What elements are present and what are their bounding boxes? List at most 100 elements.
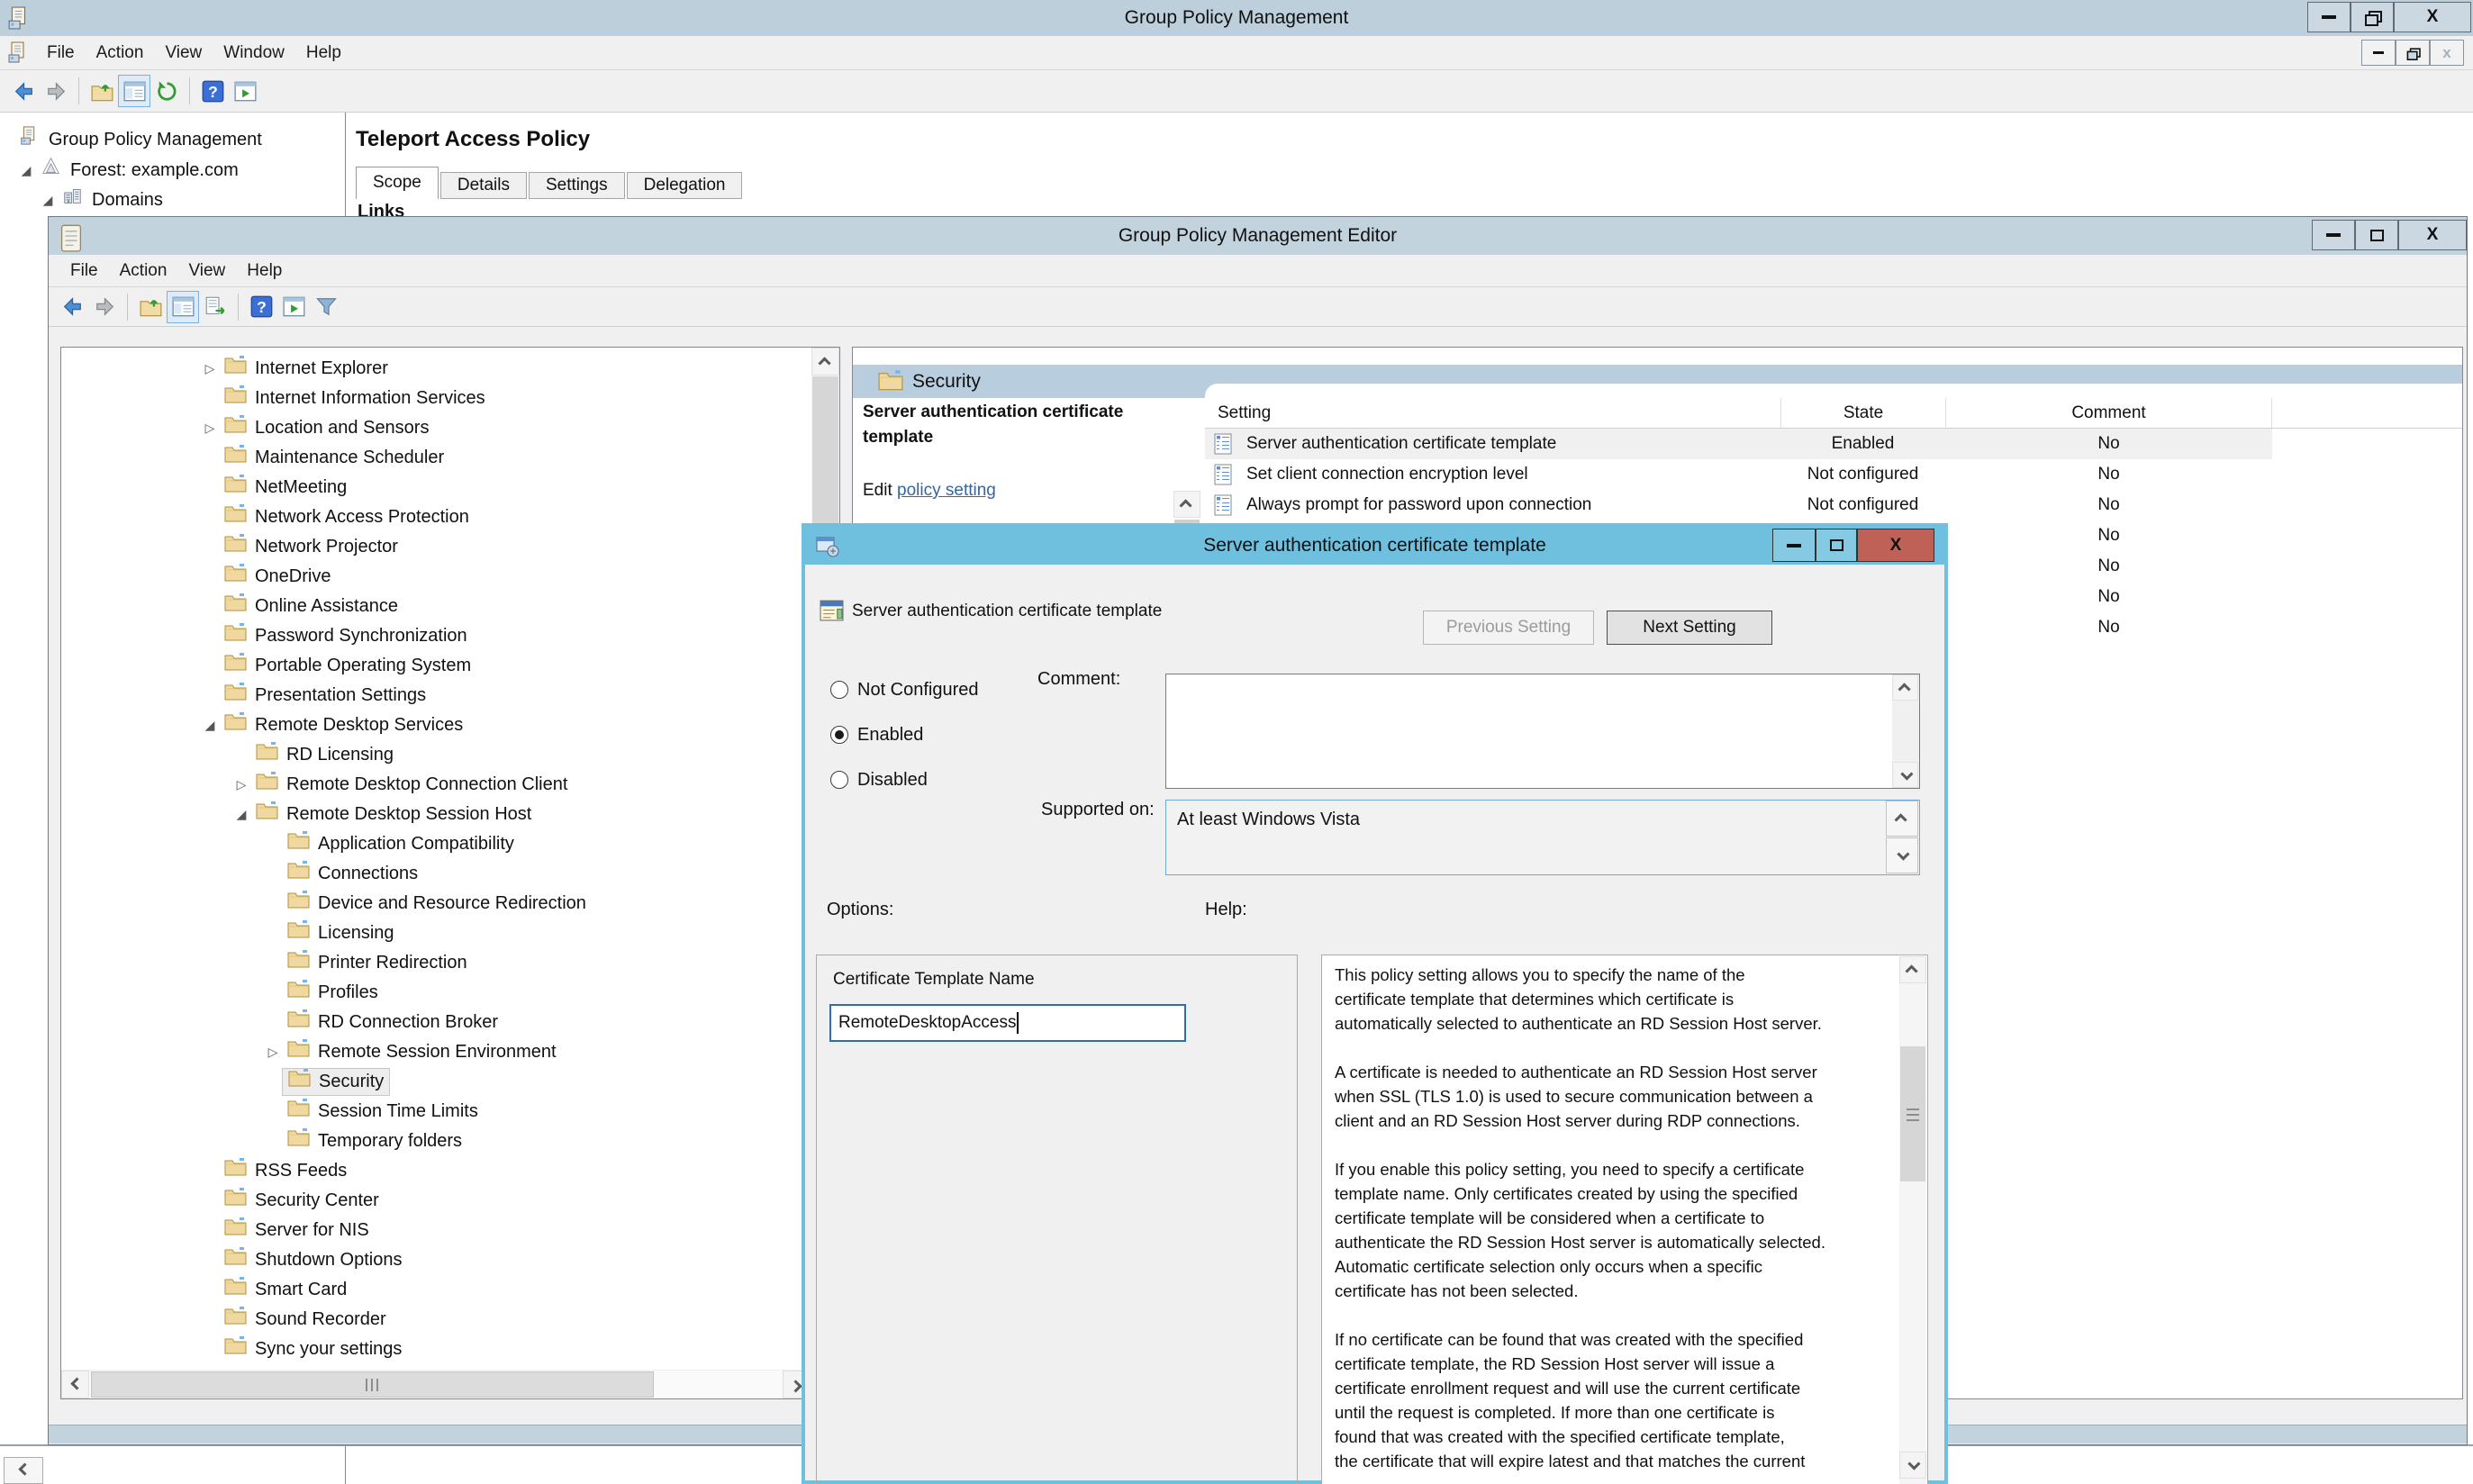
tree-node-remote-desktop-session-host[interactable]: Remote Desktop Session Host	[250, 801, 537, 828]
gpme-maximize-button[interactable]	[2355, 220, 2398, 250]
tree-node-domains[interactable]: Domains	[56, 186, 168, 214]
gpme-menu-view[interactable]: View	[177, 255, 236, 287]
gpm-menu-view[interactable]: View	[154, 37, 213, 69]
filter-icon[interactable]	[310, 291, 342, 323]
tree-node-device-and-resource-redirection[interactable]: Device and Resource Redirection	[282, 890, 592, 918]
tree-collapsed-arrow-icon[interactable]: ▷	[263, 1037, 283, 1067]
refresh-icon[interactable]	[150, 75, 183, 107]
tab-details[interactable]: Details	[440, 172, 527, 199]
radio-button[interactable]	[830, 726, 848, 744]
tree-node-rd-licensing[interactable]: RD Licensing	[250, 741, 399, 769]
scroll-up-button[interactable]	[811, 348, 839, 376]
tree-node-portable-operating-system[interactable]: Portable Operating System	[219, 652, 476, 680]
tree-node-forest-example-com[interactable]: Forest: example.com	[34, 157, 244, 185]
spin-up-button[interactable]	[1886, 801, 1918, 837]
tree-node-maintenance-scheduler[interactable]: Maintenance Scheduler	[219, 444, 449, 472]
gpm-restore-button[interactable]	[2351, 2, 2394, 32]
back-icon[interactable]	[56, 291, 88, 323]
help-icon[interactable]: ?	[245, 291, 277, 323]
gpme-menu-file[interactable]: File	[59, 255, 109, 287]
tree-node-server-for-nis[interactable]: Server for NIS	[219, 1217, 375, 1244]
tree-node-presentation-settings[interactable]: Presentation Settings	[219, 682, 431, 710]
tree-node-profiles[interactable]: Profiles	[282, 979, 384, 1007]
radio-button[interactable]	[830, 771, 848, 789]
scroll-left-button[interactable]	[61, 1371, 89, 1398]
tree-node-netmeeting[interactable]: NetMeeting	[219, 474, 352, 502]
tree-node-network-access-protection[interactable]: Network Access Protection	[219, 503, 475, 531]
tree-node-remote-session-environment[interactable]: Remote Session Environment	[282, 1038, 562, 1066]
gpm-scroll-left-button[interactable]	[4, 1457, 43, 1484]
tree-node-licensing[interactable]: Licensing	[282, 919, 400, 947]
tree-node-connections[interactable]: Connections	[282, 860, 423, 888]
radio-button[interactable]	[830, 681, 848, 699]
dialog-maximize-button[interactable]	[1816, 529, 1857, 562]
tree-node-security[interactable]: Security	[282, 1068, 390, 1096]
comment-textarea[interactable]	[1166, 674, 1892, 788]
tree-node-network-projector[interactable]: Network Projector	[219, 533, 403, 561]
settings-row[interactable]: Set client connection encryption levelNo…	[1205, 459, 2272, 490]
export-list-icon[interactable]	[199, 291, 231, 323]
gpm-menu-action[interactable]: Action	[86, 37, 155, 69]
mdi-minimize-button[interactable]	[2361, 40, 2396, 66]
scroll-down-button[interactable]	[1899, 1452, 1926, 1479]
scroll-up-button[interactable]	[1892, 674, 1918, 701]
help-scrollbar[interactable]	[1899, 956, 1926, 1484]
tree-node-smart-card[interactable]: Smart Card	[219, 1276, 352, 1304]
radio-enabled[interactable]: Enabled	[830, 723, 923, 747]
policy-setting-link[interactable]: policy setting	[897, 481, 996, 500]
tree-node-online-assistance[interactable]: Online Assistance	[219, 593, 403, 620]
settings-row[interactable]: Server authentication certificate templa…	[1205, 429, 2272, 459]
tree-node-remote-desktop-services[interactable]: Remote Desktop Services	[219, 711, 468, 739]
tree-node-application-compatibility[interactable]: Application Compatibility	[282, 830, 520, 858]
gpm-minimize-button[interactable]	[2307, 2, 2351, 32]
gpme-menu-help[interactable]: Help	[236, 255, 293, 287]
tab-scope[interactable]: Scope	[356, 167, 439, 199]
tree-node-temporary-folders[interactable]: Temporary folders	[282, 1127, 467, 1155]
gpm-menu-file[interactable]: File	[36, 37, 86, 69]
scroll-down-button[interactable]	[1892, 762, 1918, 788]
radio-not-configured[interactable]: Not Configured	[830, 678, 979, 701]
back-icon[interactable]	[7, 75, 40, 107]
tree-collapsed-arrow-icon[interactable]: ▷	[200, 413, 220, 443]
column-header-setting[interactable]: Setting	[1218, 398, 1271, 428]
show-window-icon[interactable]	[118, 75, 150, 107]
up-folder-icon[interactable]	[86, 75, 118, 107]
tree-expanded-arrow-icon[interactable]: ◢	[231, 800, 251, 829]
comment-scrollbar[interactable]	[1892, 674, 1919, 788]
tree-node-security-center[interactable]: Security Center	[219, 1187, 385, 1215]
new-window-icon[interactable]	[277, 291, 310, 323]
description-scroll-up-button[interactable]	[1173, 491, 1200, 518]
certificate-template-name-input[interactable]: RemoteDesktopAccess	[829, 1004, 1186, 1042]
dialog-close-button[interactable]: X	[1857, 529, 1934, 562]
tab-delegation[interactable]: Delegation	[627, 172, 743, 199]
tree-node-location-and-sensors[interactable]: Location and Sensors	[219, 414, 434, 442]
forward-icon[interactable]	[88, 291, 121, 323]
gpme-close-button[interactable]: X	[2398, 220, 2467, 250]
mdi-restore-button[interactable]	[2396, 40, 2430, 66]
tree-expanded-arrow-icon[interactable]: ◢	[38, 186, 58, 215]
tab-settings[interactable]: Settings	[529, 172, 625, 199]
tree-node-sound-recorder[interactable]: Sound Recorder	[219, 1306, 392, 1334]
tree-node-group-policy-management[interactable]: Group Policy Management	[13, 126, 267, 154]
scroll-thumb[interactable]	[1900, 1046, 1925, 1181]
tree-node-rss-feeds[interactable]: RSS Feeds	[219, 1157, 352, 1185]
radio-disabled[interactable]: Disabled	[830, 768, 928, 792]
tree-node-password-synchronization[interactable]: Password Synchronization	[219, 622, 473, 650]
up-folder-icon[interactable]	[134, 291, 167, 323]
tree-node-internet-explorer[interactable]: Internet Explorer	[219, 355, 394, 383]
tree-node-shutdown-options[interactable]: Shutdown Options	[219, 1246, 407, 1274]
tree-node-remote-desktop-connection-client[interactable]: Remote Desktop Connection Client	[250, 771, 573, 799]
dialog-minimize-button[interactable]	[1772, 529, 1816, 562]
tree-node-sync-your-settings[interactable]: Sync your settings	[219, 1335, 407, 1363]
tree-node-rd-connection-broker[interactable]: RD Connection Broker	[282, 1009, 503, 1036]
gpm-close-button[interactable]: X	[2394, 2, 2471, 32]
new-window-icon[interactable]	[229, 75, 261, 107]
show-window-icon[interactable]	[167, 291, 199, 323]
next-setting-button[interactable]: Next Setting	[1607, 611, 1772, 645]
tree-expanded-arrow-icon[interactable]: ◢	[16, 156, 36, 186]
tree-collapsed-arrow-icon[interactable]: ▷	[200, 354, 220, 384]
scroll-thumb[interactable]	[91, 1371, 654, 1398]
tree-node-internet-information-services[interactable]: Internet Information Services	[219, 385, 491, 412]
column-header-comment[interactable]: Comment	[1945, 398, 2272, 428]
gpme-minimize-button[interactable]	[2312, 220, 2355, 250]
